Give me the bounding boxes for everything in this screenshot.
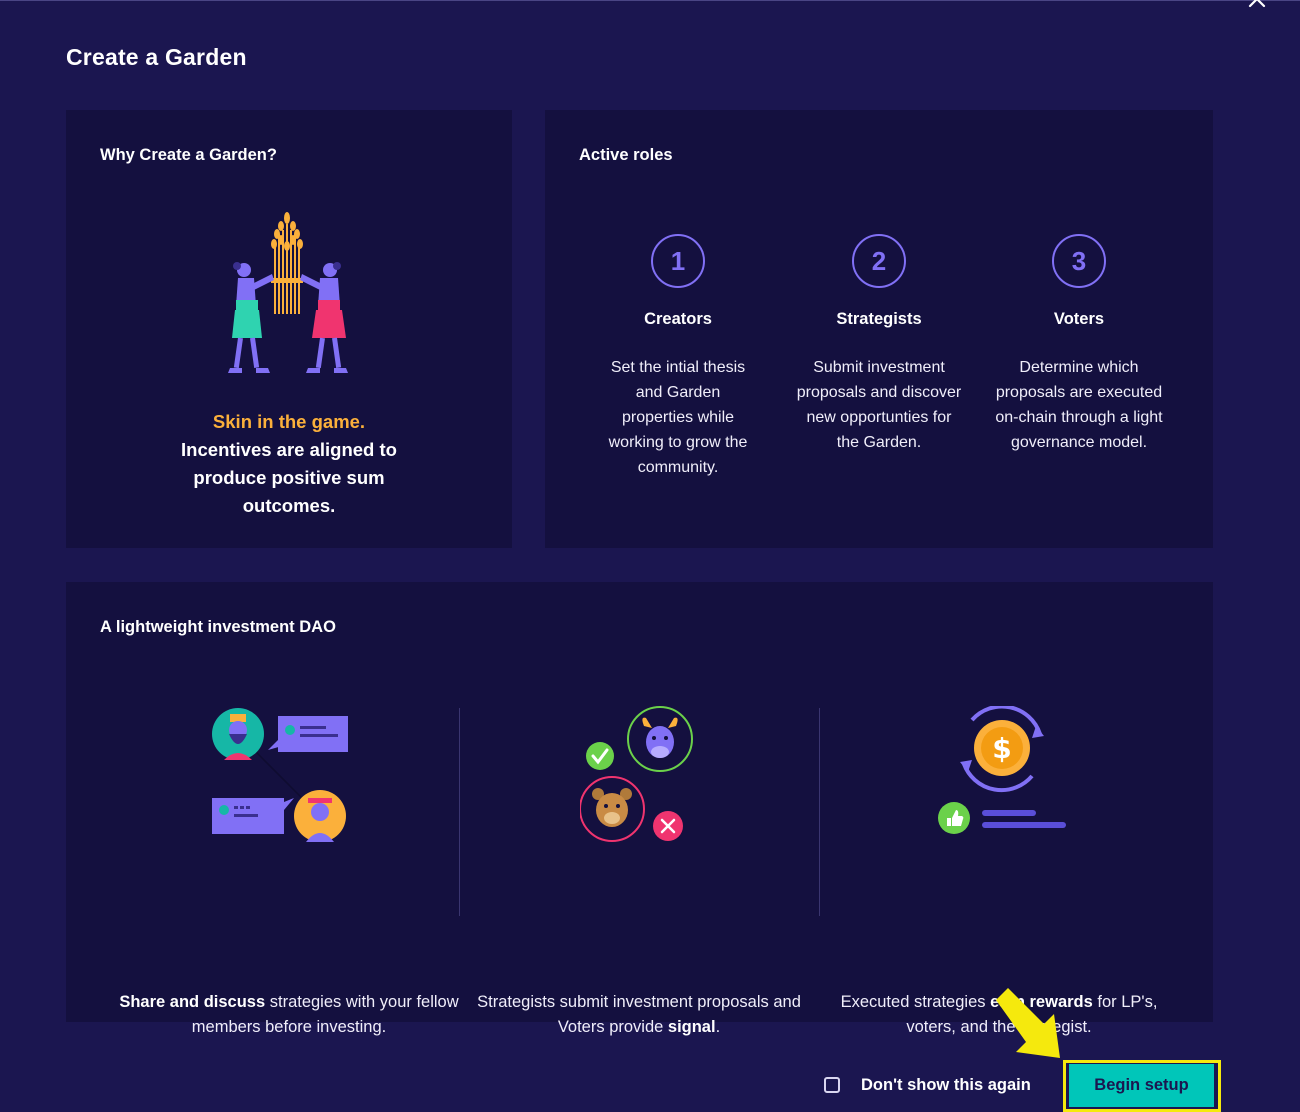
roles-card-title: Active roles [579,146,673,164]
dao-feature-text: Strategists submit investment proposals … [460,990,818,1040]
dao-feature-rest: Executed strategies [840,993,991,1011]
role-name: Voters [1053,310,1105,328]
dont-show-again-checkbox[interactable] [824,1077,840,1093]
dao-feature-bold: signal [667,1018,716,1036]
begin-setup-button[interactable]: Begin setup [1069,1064,1214,1107]
page-title: Create a Garden [66,44,247,70]
dao-feature-tail: . [715,1018,721,1036]
column-divider [819,708,820,916]
role-description: Submit investment proposals and discover… [796,359,962,451]
role-strategists: 2 Strategists Submit investment proposal… [789,234,969,455]
why-highlight: Skin in the game. [212,411,366,432]
dao-feature-rest: Strategists submit investment proposals … [477,993,801,1036]
investment-dao-card: A lightweight investment DAO Share and d… [66,582,1213,1036]
role-creators: 1 Creators Set the intial thesis and Gar… [588,234,768,480]
close-icon[interactable] [1246,0,1268,10]
top-border [0,0,1300,1]
dao-card-title: A lightweight investment DAO [100,618,336,636]
why-text: Skin in the game. Incentives are aligned… [66,408,512,520]
chat-discussion-illustration [212,708,348,842]
role-name: Strategists [836,310,922,328]
role-number-badge: 1 [651,234,705,288]
bull-bear-vote-illustration [580,706,693,842]
column-divider [459,708,460,916]
dao-feature-bold: Share and discuss [119,993,266,1011]
role-description: Set the intial thesis and Garden propert… [608,359,748,476]
active-roles-card: Active roles 1 Creators Set the intial t… [545,110,1213,548]
why-create-card: Why Create a Garden? Skin in the game. I… [66,110,512,548]
dao-feature-text: Share and discuss strategies with your f… [110,990,468,1040]
why-card-title: Why Create a Garden? [100,146,277,164]
why-body: Incentives are aligned to produce positi… [181,439,397,516]
role-number-badge: 3 [1052,234,1106,288]
svg-text:$: $ [992,732,1011,765]
role-description: Determine which proposals are executed o… [995,359,1163,451]
role-number-badge: 2 [852,234,906,288]
dont-show-again-label[interactable]: Don't show this again [861,1076,1031,1095]
arrow-pointer-icon [996,988,1060,1058]
role-name: Creators [644,310,712,328]
rewards-coin-illustration: $ [938,706,1066,834]
role-voters: 3 Voters Determine which proposals are e… [989,234,1169,455]
wheat-holders-illustration [228,212,348,373]
